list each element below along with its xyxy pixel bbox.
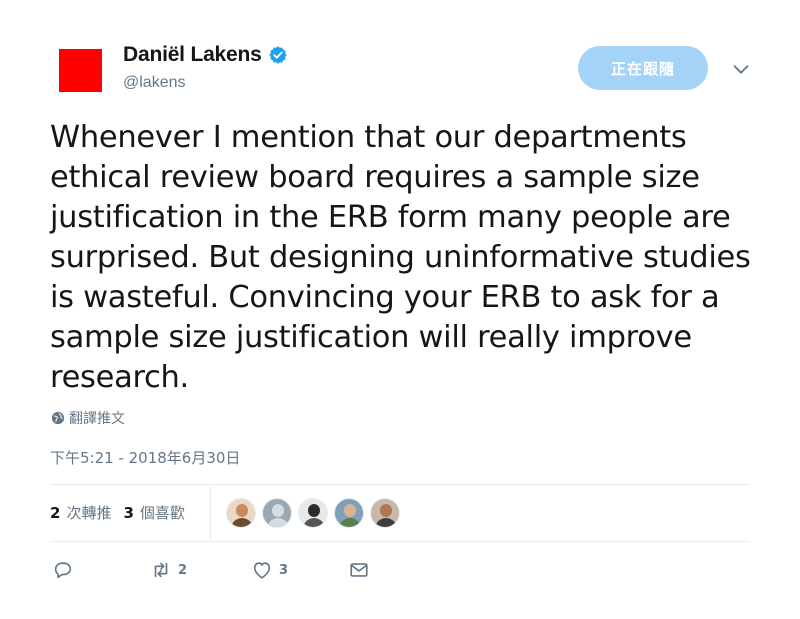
globe-icon — [51, 411, 65, 425]
liker-avatar[interactable] — [370, 498, 400, 528]
likers-avatars — [226, 498, 406, 528]
liker-avatar[interactable] — [298, 498, 328, 528]
tweet-timestamp[interactable]: 下午5:21 - 2018年6月30日 — [50, 447, 240, 468]
reply-icon — [54, 562, 72, 579]
envelope-icon — [350, 563, 368, 577]
reply-button[interactable] — [52, 559, 74, 581]
retweet-icon — [154, 562, 168, 578]
liker-avatar[interactable] — [334, 498, 364, 528]
retweets-label: 次轉推 — [66, 504, 112, 522]
divider — [50, 541, 750, 542]
likes-count: 3 — [123, 503, 134, 522]
heart-icon — [253, 562, 271, 579]
liker-avatar[interactable] — [262, 498, 292, 528]
retweet-count: 2 — [178, 562, 188, 578]
like-count: 3 — [279, 562, 289, 578]
retweets-count: 2 — [50, 503, 61, 522]
avatar[interactable] — [59, 49, 102, 92]
tweet-stats: 2 次轉推 3 個喜歡 — [50, 502, 197, 523]
following-button[interactable]: 正在跟隨 — [578, 46, 708, 90]
tweet-actions: 2 3 — [52, 559, 370, 581]
tweet-text: Whenever I mention that our departments … — [50, 120, 751, 395]
retweet-button[interactable]: 2 — [150, 559, 187, 581]
direct-message-button[interactable] — [348, 559, 370, 581]
chevron-down-icon[interactable] — [730, 58, 752, 80]
user-handle[interactable]: @lakens — [123, 74, 186, 92]
author-name-row[interactable]: Daniël Lakens — [123, 43, 288, 67]
likes-label: 個喜歡 — [139, 504, 185, 522]
divider — [50, 484, 750, 485]
stats-separator — [210, 486, 211, 540]
liker-avatar[interactable] — [226, 498, 256, 528]
likes-stat[interactable]: 3 個喜歡 — [123, 502, 184, 523]
display-name[interactable]: Daniël Lakens — [123, 43, 262, 67]
retweets-stat[interactable]: 2 次轉推 — [50, 502, 111, 523]
translate-tweet-link[interactable]: 翻譯推文 — [51, 408, 125, 428]
like-button[interactable]: 3 — [251, 559, 288, 581]
translate-label[interactable]: 翻譯推文 — [69, 408, 125, 428]
verified-badge-icon — [268, 46, 287, 64]
